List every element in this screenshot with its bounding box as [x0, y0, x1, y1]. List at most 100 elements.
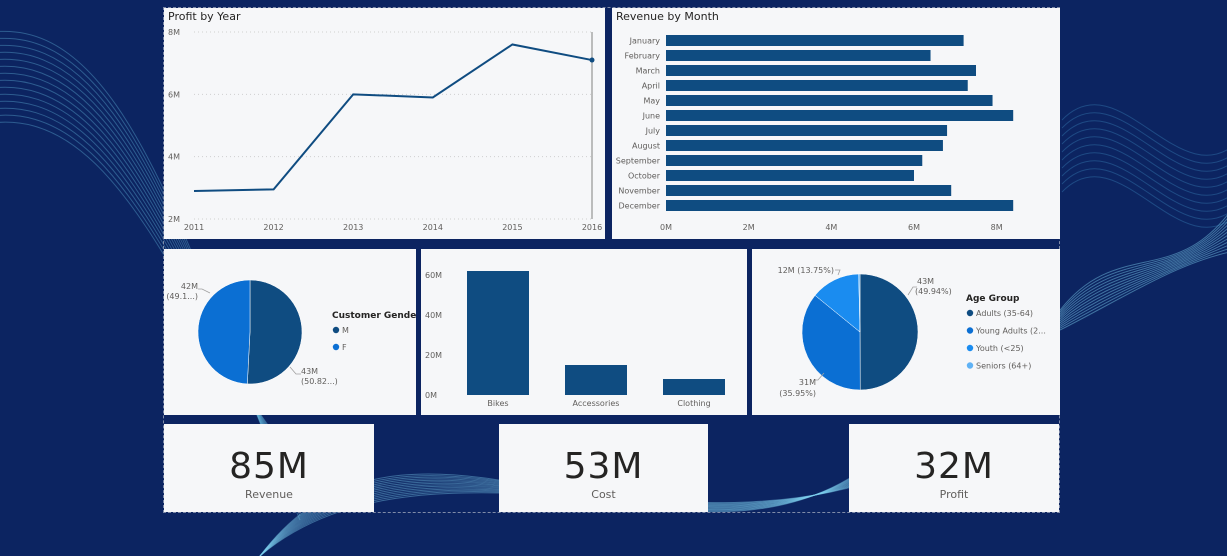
legend-marker	[966, 362, 974, 369]
legend-label: F	[342, 343, 347, 352]
cost-card[interactable]: 53M Cost	[499, 424, 708, 512]
month-bar	[666, 110, 1014, 121]
legend-label: Young Adults (2...	[975, 327, 1046, 336]
last-point-marker	[589, 57, 595, 63]
background-wave-line	[1061, 168, 1227, 220]
legend-label: Adults (35-64)	[976, 309, 1033, 318]
slice-data-label: (49.1...)	[166, 292, 198, 301]
profit-by-year-chart: 2M 4M 6M 8M 2011 2012 2013 2014 2015 2016	[168, 28, 602, 232]
leader-line	[835, 269, 841, 276]
profit-label: Profit	[939, 488, 969, 501]
background-wave-line	[1061, 160, 1227, 212]
revenue-by-month-title: Revenue by Month	[616, 10, 719, 23]
y-tick-label: 4M	[168, 153, 180, 162]
slice-data-label: 43M	[917, 277, 934, 286]
profit-line	[193, 43, 593, 192]
x-tick-label: 0M	[660, 223, 672, 232]
month-bar	[666, 125, 948, 136]
x-tick-label: 2011	[184, 223, 204, 232]
month-bar	[666, 35, 964, 46]
slice-data-label: 43M	[301, 367, 318, 376]
category-bar	[467, 271, 529, 395]
gender-slice-m	[247, 279, 303, 385]
slice-data-label: (50.82...)	[301, 377, 338, 386]
profit-value: 32M	[914, 446, 994, 487]
legend-label: Seniors (64+)	[976, 362, 1031, 371]
age-group-panel[interactable]: 43M (49.94%) 31M (35.95%) 12M (13.75%) Age Gr…	[752, 249, 1060, 415]
legend-marker	[966, 344, 974, 352]
category-revenue-panel[interactable]: 0M 20M 40M 60M Bikes Accessories Clothing	[421, 249, 747, 415]
month-label: April	[642, 82, 660, 91]
month-bar	[666, 95, 993, 106]
background-wave-line	[1059, 214, 1227, 311]
customer-gender-chart: 43M(50.82...) 42M(49.1...) Customer Gender…	[166, 279, 421, 386]
age-slice	[859, 273, 919, 391]
month-label: December	[619, 202, 661, 211]
category-label: Bikes	[487, 399, 508, 408]
revenue-label: Revenue	[245, 488, 293, 501]
revenue-card[interactable]: 85M Revenue	[164, 424, 374, 512]
x-tick-label: 8M	[991, 223, 1003, 232]
y-tick-label: 8M	[168, 28, 180, 37]
y-tick-label: 0M	[425, 391, 437, 400]
month-label: January	[629, 37, 661, 46]
leader-line	[198, 288, 211, 294]
month-label: February	[625, 52, 661, 61]
legend-title: Customer Gender	[332, 311, 416, 321]
profit-by-year-panel[interactable]: Profit by Year 2M 4M 6M 8M 2011 2012 2013 2014 2…	[164, 8, 605, 239]
month-bar	[666, 170, 914, 181]
month-bar	[666, 80, 968, 91]
month-label: August	[632, 142, 660, 151]
legend-marker	[332, 343, 340, 351]
x-tick-label: 2013	[343, 223, 363, 232]
legend-marker	[332, 326, 340, 334]
cost-value: 53M	[563, 446, 644, 487]
category-revenue-chart: 0M 20M 40M 60M Bikes Accessories Clothing	[425, 271, 725, 408]
legend-marker	[966, 309, 974, 317]
age-group-chart: 43M(49.94%) 31M (35.95%) 12M (13.75%) Age Gr…	[778, 266, 1046, 398]
legend-marker	[966, 327, 974, 334]
month-label: March	[636, 67, 660, 76]
y-tick-label: 2M	[168, 215, 180, 224]
x-tick-label: 4M	[825, 223, 837, 232]
month-label: July	[645, 127, 661, 136]
month-bar	[666, 140, 943, 151]
background-wave-line	[1061, 176, 1227, 228]
x-tick-label: 2014	[423, 223, 443, 232]
y-tick-label: 60M	[425, 271, 442, 280]
month-label: October	[628, 172, 661, 181]
month-bar	[666, 155, 923, 166]
revenue-value: 85M	[229, 446, 309, 487]
slice-data-label: (35.95%)	[779, 389, 816, 398]
x-tick-label: 2M	[743, 223, 755, 232]
y-tick-label: 40M	[425, 311, 442, 320]
x-tick-label: 2016	[582, 223, 602, 232]
gender-slice-f	[197, 279, 251, 385]
profit-by-year-title: Profit by Year	[168, 10, 241, 23]
profit-card[interactable]: 32M Profit	[849, 424, 1059, 512]
month-label: June	[642, 112, 661, 121]
revenue-by-month-chart: January February March April May June July Augu…	[616, 35, 1014, 232]
slice-data-label: 12M (13.75%)	[778, 266, 834, 275]
x-tick-label: 2015	[502, 223, 522, 232]
background-wave-line	[1059, 231, 1227, 320]
month-label: May	[643, 97, 660, 106]
legend-label: M	[342, 326, 349, 335]
slice-data-label: 42M	[181, 282, 198, 291]
y-tick-label: 20M	[425, 351, 442, 360]
month-label: September	[616, 157, 661, 166]
month-label: November	[618, 187, 660, 196]
category-label: Accessories	[573, 399, 620, 408]
category-label: Clothing	[677, 399, 710, 408]
cost-label: Cost	[591, 488, 616, 501]
y-tick-label: 6M	[168, 90, 180, 99]
category-bar	[663, 379, 725, 395]
revenue-by-month-panel[interactable]: Revenue by Month January February March Apr…	[612, 8, 1060, 239]
category-bar	[565, 365, 627, 395]
customer-gender-panel[interactable]: 43M (50.82...) 42M (49.1...) Customer Gender…	[164, 249, 421, 415]
background-wave-line	[1059, 248, 1227, 329]
x-tick-label: 2012	[263, 223, 283, 232]
month-bar	[666, 50, 931, 61]
x-tick-label: 6M	[908, 223, 920, 232]
month-bar	[666, 65, 976, 76]
